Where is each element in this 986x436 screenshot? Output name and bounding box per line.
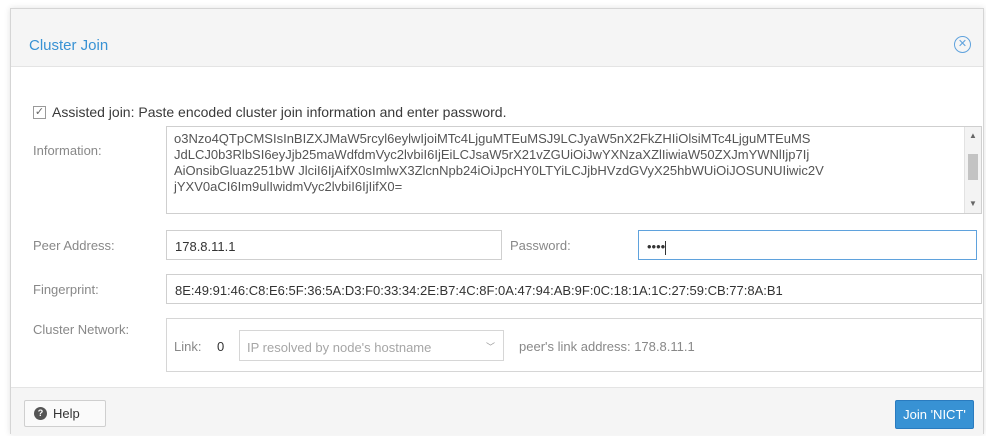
close-icon[interactable]: ✕	[954, 36, 971, 53]
link-select-placeholder: IP resolved by node's hostname	[247, 340, 432, 355]
link-number: 0	[217, 339, 225, 354]
peer-address-label: Peer Address:	[33, 238, 115, 253]
scroll-up-icon[interactable]: ▲	[965, 129, 981, 143]
dialog-header: Cluster Join ✕	[11, 9, 983, 67]
peer-address-value: 178.8.11.1	[175, 239, 236, 254]
fingerprint-label: Fingerprint:	[33, 282, 99, 297]
link-address-select[interactable]: IP resolved by node's hostname ﹀	[239, 330, 504, 361]
cluster-network-box: Link: 0 IP resolved by node's hostname ﹀…	[166, 318, 982, 372]
peer-link-address: peer's link address: 178.8.11.1	[519, 339, 695, 354]
information-value: o3Nzo4QTpCMSIsInBIZXJMaW5rcyl6eylwIjoiMT…	[174, 131, 824, 194]
information-textarea[interactable]: o3Nzo4QTpCMSIsInBIZXJMaW5rcyl6eylwIjoiMT…	[166, 126, 982, 214]
assisted-join-row[interactable]: ✓ Assisted join: Paste encoded cluster j…	[33, 104, 506, 120]
help-button[interactable]: ? Help	[24, 400, 106, 427]
peer-address-input[interactable]: 178.8.11.1	[166, 230, 502, 260]
scroll-down-icon[interactable]: ▼	[965, 197, 981, 211]
fingerprint-value: 8E:49:91:46:C8:E6:5F:36:5A:D3:F0:33:34:2…	[175, 283, 783, 298]
cluster-join-dialog: Cluster Join ✕ ✓ Assisted join: Paste en…	[10, 8, 984, 435]
password-input[interactable]: ••••	[638, 230, 977, 260]
information-scrollbar[interactable]: ▲ ▼	[964, 127, 981, 213]
dialog-title: Cluster Join	[29, 37, 109, 54]
link-label: Link:	[174, 339, 202, 354]
information-label: Information:	[33, 143, 102, 158]
help-icon: ?	[34, 407, 47, 420]
help-label: Help	[53, 406, 80, 421]
assisted-join-label: Assisted join: Paste encoded cluster joi…	[52, 104, 507, 120]
join-button[interactable]: Join 'NICT'	[895, 400, 974, 429]
password-value: ••••	[647, 239, 667, 255]
chevron-down-icon[interactable]: ﹀	[486, 340, 495, 353]
password-label: Password:	[510, 238, 571, 253]
fingerprint-input[interactable]: 8E:49:91:46:C8:E6:5F:36:5A:D3:F0:33:34:2…	[166, 274, 982, 304]
assisted-join-checkbox[interactable]: ✓	[33, 105, 46, 119]
cluster-network-label: Cluster Network:	[33, 322, 130, 337]
scroll-thumb[interactable]	[968, 154, 978, 180]
dialog-footer: ? Help Join 'NICT'	[11, 387, 983, 435]
